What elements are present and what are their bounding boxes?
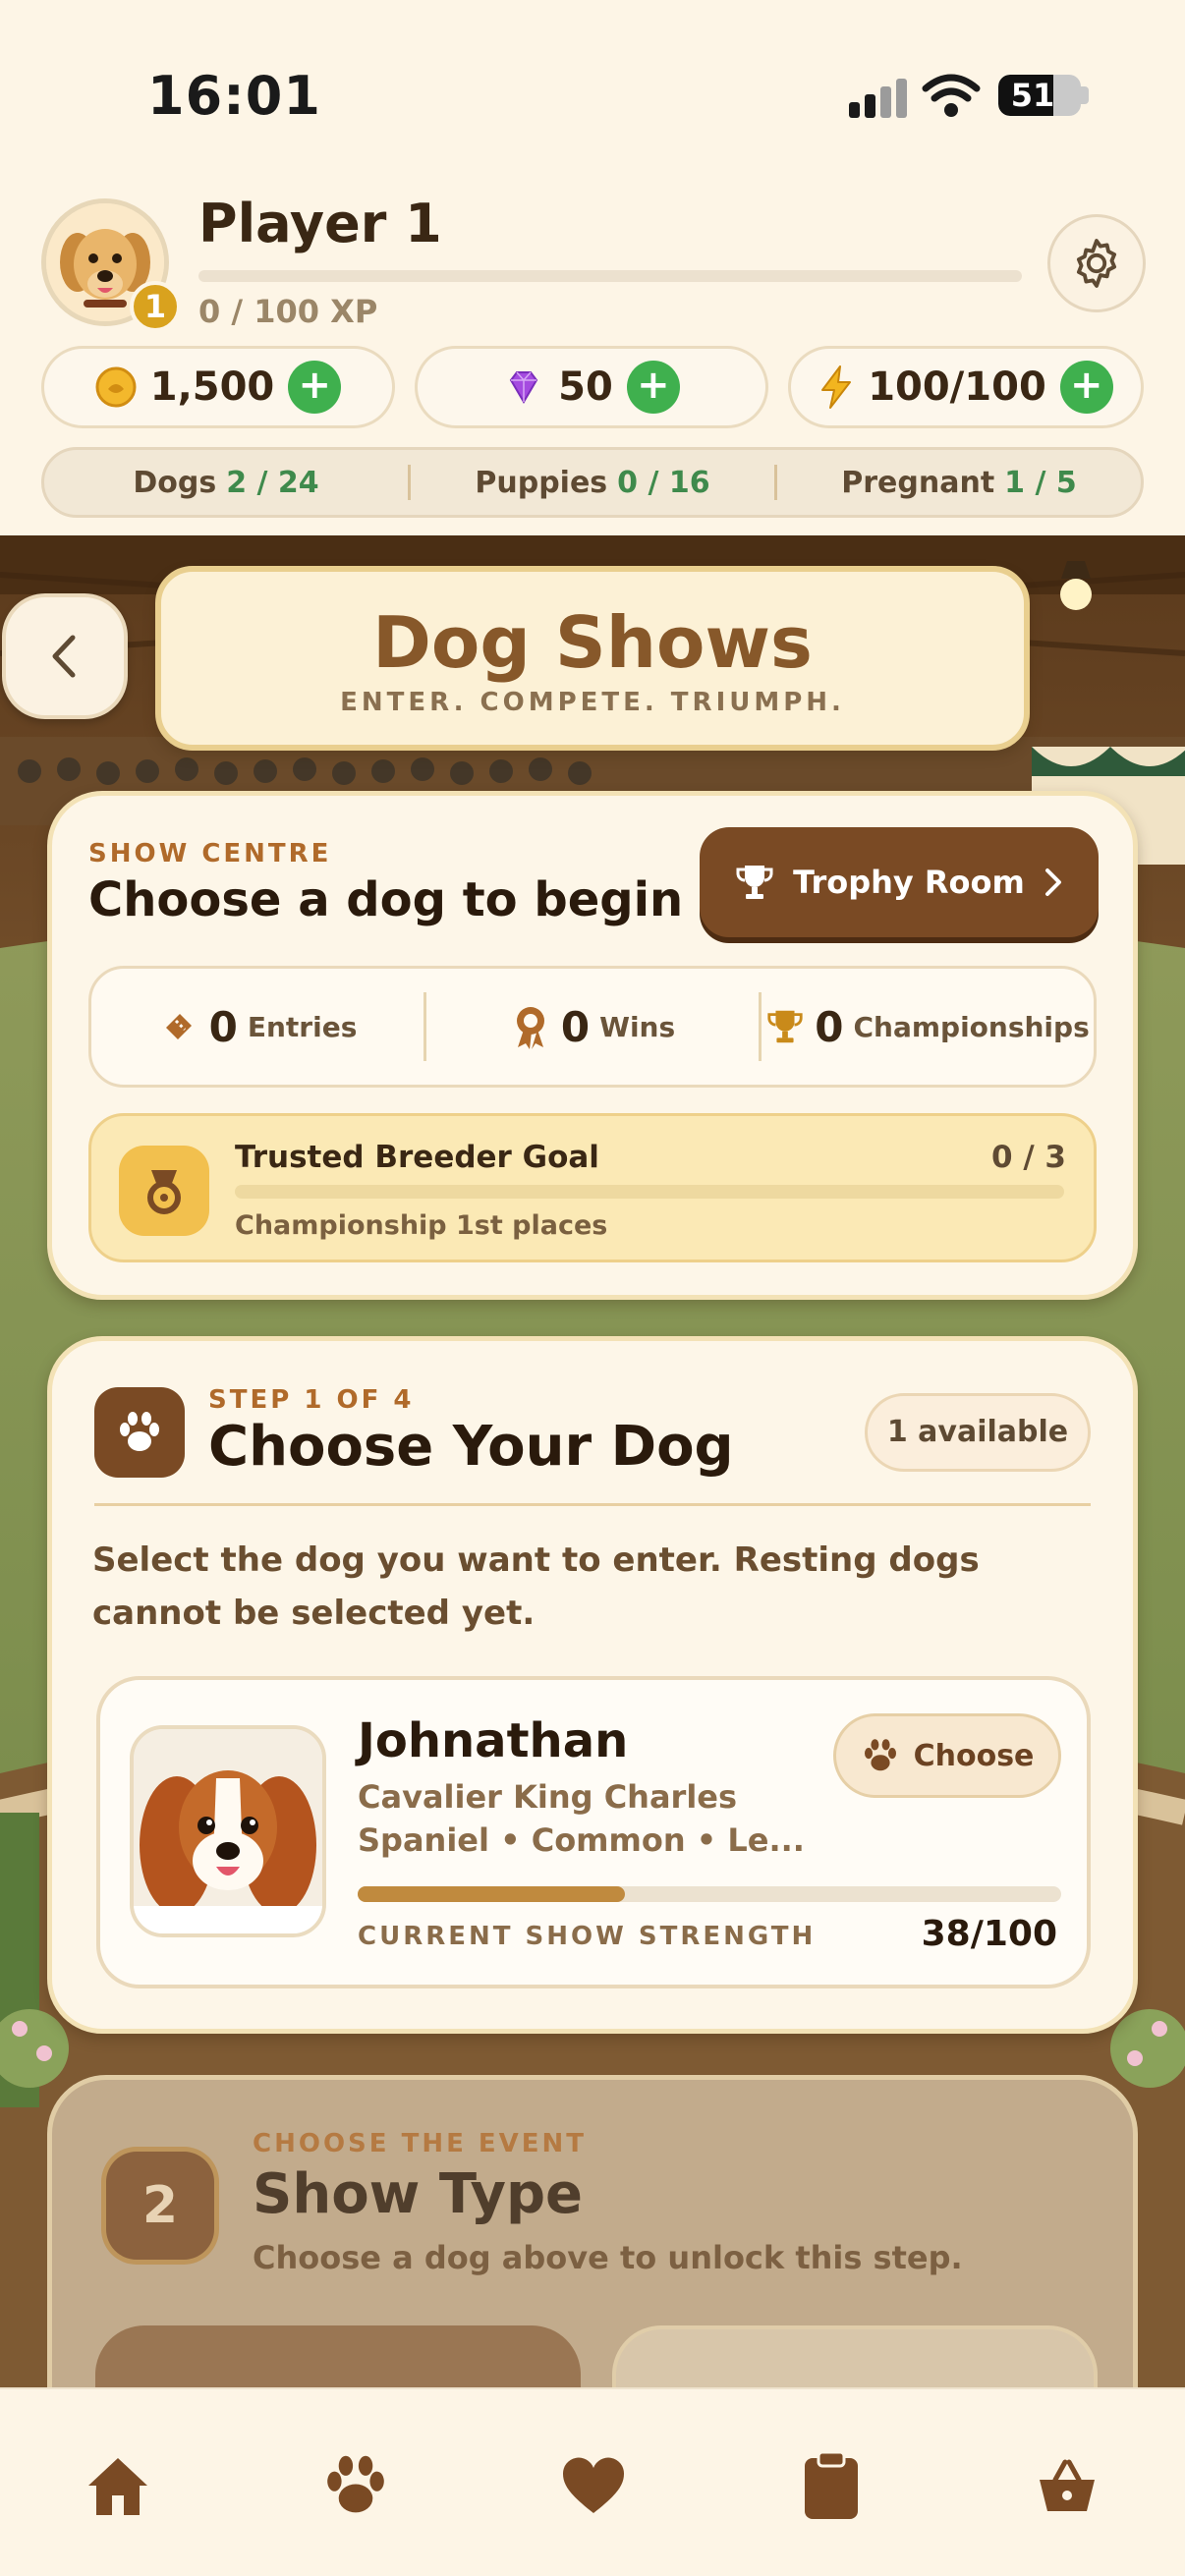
add-coins-button[interactable]: +	[288, 361, 342, 414]
gear-icon	[1076, 239, 1117, 288]
dog-breed-line1: Cavalier King Charles	[358, 1778, 738, 1816]
entries-value: 0	[208, 1002, 238, 1051]
home-icon	[88, 2458, 147, 2515]
dog-card[interactable]: Johnathan Cavalier King Charles Spaniel …	[96, 1676, 1091, 1988]
xp-progress-bar	[198, 270, 1022, 282]
entries-label: Entries	[247, 1010, 358, 1043]
step2-description: Choose a dog above to unlock this step.	[253, 2239, 963, 2276]
page-title: Dog Shows	[372, 601, 813, 684]
add-energy-button[interactable]: +	[1059, 361, 1113, 414]
paw-step-icon	[94, 1387, 185, 1478]
dogs-count: Dogs 2 / 24	[133, 465, 319, 500]
show-strength-label: CURRENT SHOW STRENGTH	[358, 1922, 817, 1951]
wins-value: 0	[560, 1002, 591, 1051]
battery-tip	[1081, 86, 1089, 104]
step1-eyebrow: STEP 1 OF 4	[208, 1385, 415, 1415]
wifi-icon	[922, 73, 981, 122]
page-subtitle: ENTER. COMPETE. TRIUMPH.	[340, 688, 845, 717]
step2-title: Show Type	[253, 2162, 584, 2226]
gems-pill[interactable]: 50 +	[415, 346, 768, 428]
puppies-count: Puppies 0 / 16	[475, 465, 710, 500]
show-strength-fill	[358, 1886, 626, 1902]
level-badge: 1	[130, 281, 181, 332]
breeder-goal-panel: Trusted Breeder Goal 0 / 3 Championship …	[88, 1113, 1097, 1262]
page-title-banner: Dog Shows ENTER. COMPETE. TRIUMPH.	[155, 566, 1030, 751]
step2-eyebrow: CHOOSE THE EVENT	[253, 2129, 588, 2158]
pregnant-count: Pregnant 1 / 5	[841, 465, 1077, 500]
xp-text: 0 / 100 XP	[198, 293, 378, 330]
bottom-navigation	[0, 2387, 1185, 2576]
dog-name: Johnathan	[358, 1713, 629, 1768]
championships-stat: 0 Championships	[762, 1003, 1094, 1051]
chevron-right-icon	[1044, 868, 1061, 896]
status-time: 16:01	[147, 65, 321, 127]
coins-pill[interactable]: 1,500 +	[41, 346, 395, 428]
gem-icon	[509, 371, 538, 404]
player-name: Player 1	[198, 193, 442, 254]
paw-icon	[327, 2455, 384, 2513]
clipboard-icon	[805, 2450, 858, 2519]
nav-home[interactable]	[79, 2446, 157, 2525]
goal-progress-bar	[235, 1185, 1064, 1199]
step1-description-line2: cannot be selected yet.	[92, 1594, 536, 1633]
cellular-signal-icon	[847, 79, 907, 118]
step1-title: Choose Your Dog	[208, 1415, 734, 1479]
available-badge: 1 available	[865, 1393, 1091, 1472]
energy-value: 100/100	[868, 364, 1046, 410]
dog-counts-bar: Dogs 2 / 24 Puppies 0 / 16 Pregnant 1 / 5	[41, 447, 1144, 518]
trophy-room-button[interactable]: Trophy Room	[700, 827, 1099, 937]
trophy-icon	[767, 1010, 803, 1043]
battery-icon: 51	[998, 75, 1081, 116]
dog-breed-line2: Spaniel • Common • Le...	[358, 1821, 805, 1859]
nav-breeding[interactable]	[554, 2446, 633, 2525]
gems-value: 50	[558, 364, 613, 410]
step2-number-badge: 2	[101, 2147, 219, 2265]
rosette-icon	[516, 1007, 544, 1049]
divider	[94, 1503, 1091, 1506]
medal-icon	[119, 1146, 209, 1236]
nav-dogs[interactable]	[316, 2446, 395, 2525]
top-bar: 16:01 51 1 Player 1 0 / 100 XP 1,500 + 5…	[0, 0, 1185, 535]
entries-stat: 0 Entries	[91, 1003, 423, 1051]
nav-tasks[interactable]	[792, 2446, 871, 2525]
goal-title: Trusted Breeder Goal	[235, 1140, 599, 1175]
choose-dog-button[interactable]: Choose	[833, 1713, 1061, 1798]
dog-photo	[130, 1725, 326, 1937]
goal-caption: Championship 1st places	[235, 1210, 608, 1241]
show-centre-heading: Choose a dog to begin	[88, 872, 684, 927]
trophy-icon	[736, 866, 773, 899]
show-strength-bar	[358, 1886, 1061, 1902]
paw-icon	[864, 1739, 896, 1771]
coins-value: 1,500	[149, 364, 275, 410]
energy-icon	[821, 365, 852, 409]
championships-label: Championships	[853, 1010, 1090, 1043]
ticket-icon	[165, 1014, 192, 1039]
show-centre-eyebrow: SHOW CENTRE	[88, 839, 332, 868]
show-stats-bar: 0 Entries 0 Wins 0 Championships	[88, 966, 1097, 1088]
trophy-room-label: Trophy Room	[793, 864, 1025, 901]
heart-icon	[562, 2457, 625, 2513]
choose-label: Choose	[913, 1738, 1035, 1773]
nav-shop[interactable]	[1028, 2446, 1106, 2525]
chevron-left-icon	[52, 635, 76, 678]
add-gems-button[interactable]: +	[626, 361, 680, 414]
goal-progress-text: 0 / 3	[990, 1140, 1066, 1175]
championships-value: 0	[815, 1002, 844, 1051]
back-button[interactable]	[2, 593, 128, 719]
energy-pill[interactable]: 100/100 +	[788, 346, 1144, 428]
settings-button[interactable]	[1047, 214, 1146, 312]
basket-icon	[1040, 2459, 1095, 2511]
step1-description-line1: Select the dog you want to enter. Restin…	[92, 1540, 980, 1580]
wins-stat: 0 Wins	[426, 1003, 759, 1051]
coin-icon	[95, 366, 137, 408]
show-strength-value: 38/100	[921, 1914, 1057, 1954]
battery-level: 51	[1010, 77, 1055, 114]
wins-label: Wins	[599, 1010, 676, 1043]
